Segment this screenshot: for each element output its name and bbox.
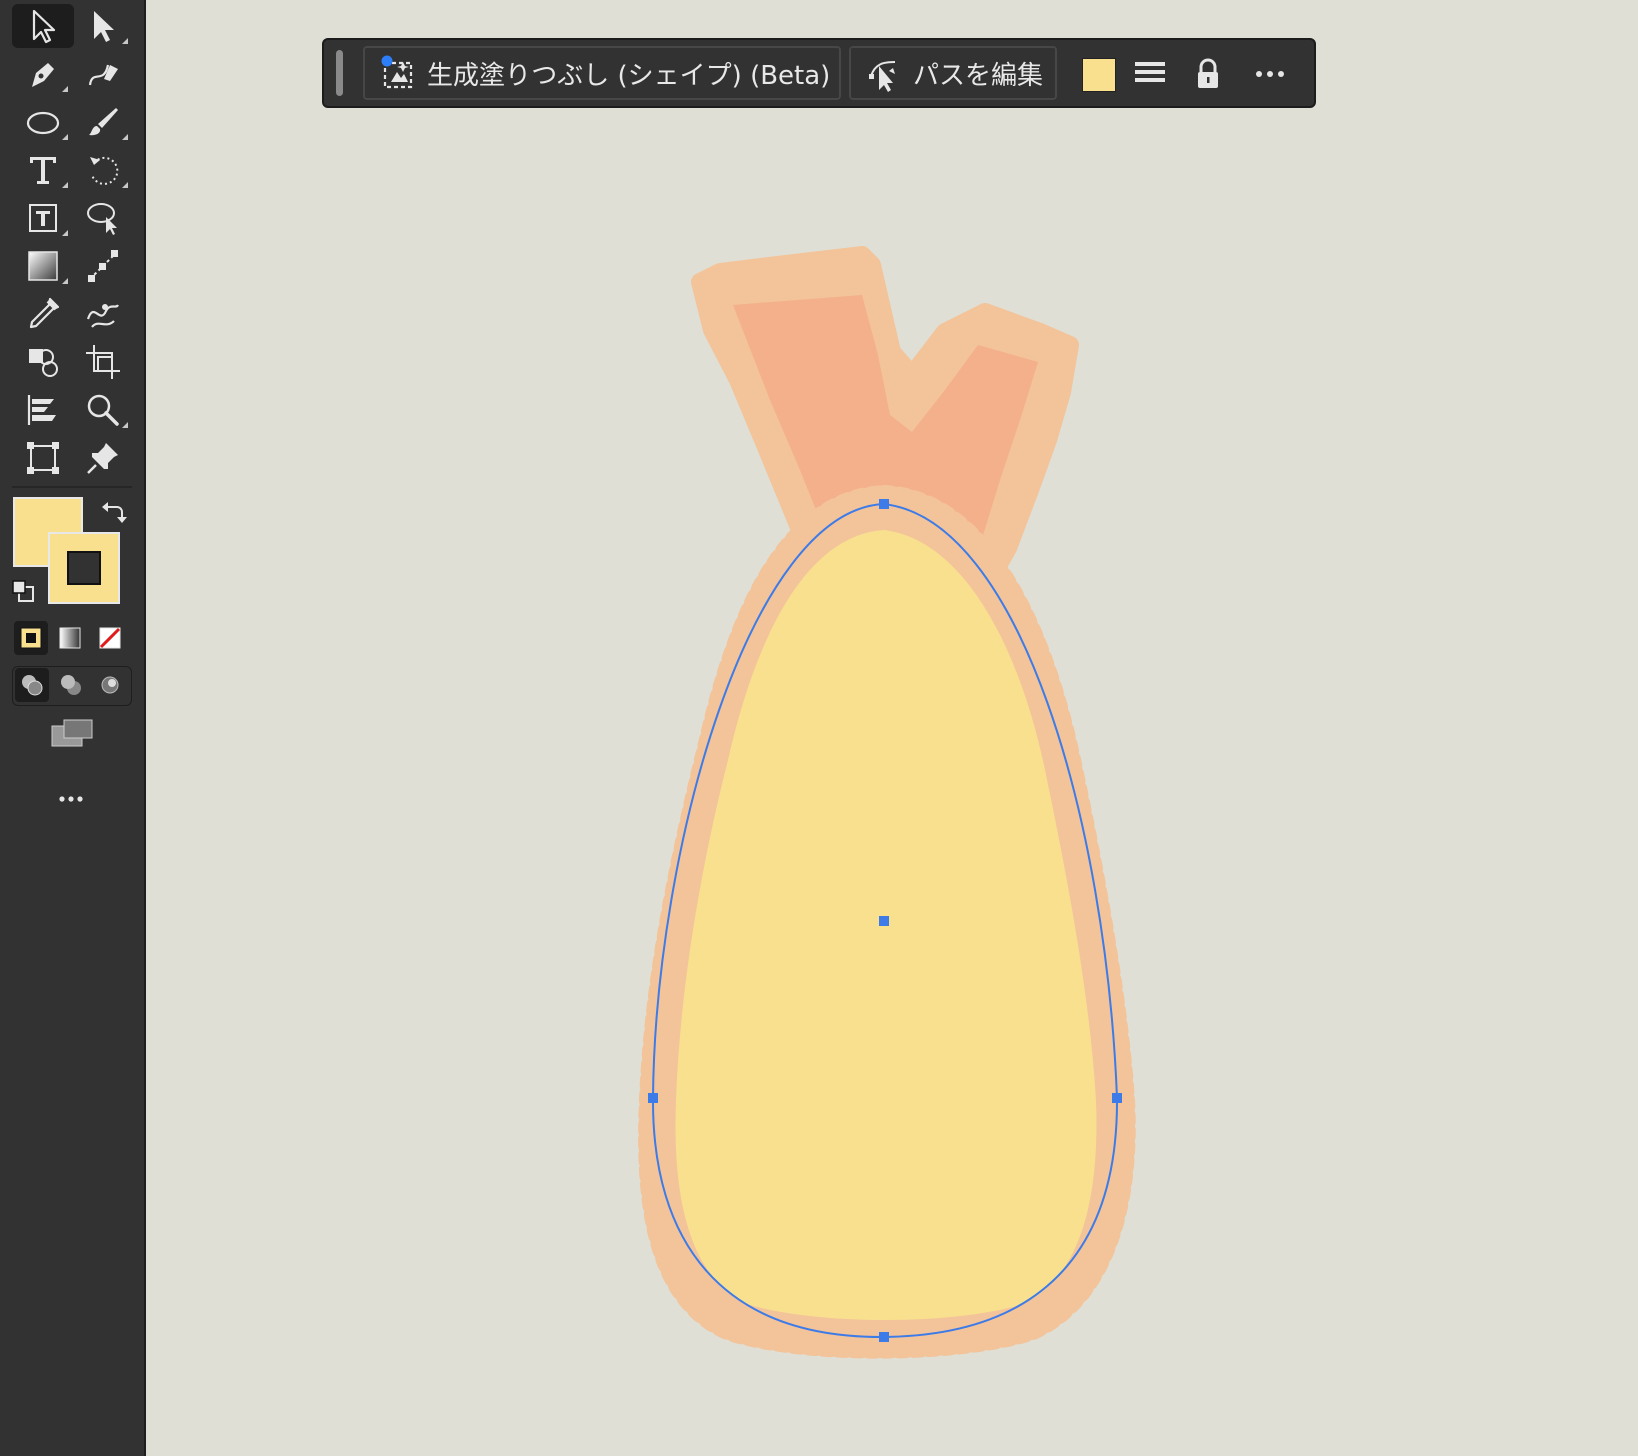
ellipse-tool-button[interactable] [12,100,74,144]
rotate-tool-icon [90,156,119,185]
curvature-tool-button[interactable] [72,52,134,96]
anchor-top[interactable] [879,499,889,509]
free-transform-tool-button[interactable] [12,436,74,480]
type-tool-icon [30,157,56,184]
swap-arrow-icon [102,502,127,523]
puppet-warp-tool-button[interactable] [72,292,134,336]
taskbar-drag-handle[interactable] [336,50,343,96]
rotate-tool-button[interactable] [72,148,134,192]
gradient-tool-button[interactable] [12,244,74,288]
draw-normal-icon [22,675,43,696]
screen-mode-button[interactable] [46,714,98,754]
stroke-color-swatch[interactable] [48,532,120,604]
puppet-warp-tool-icon [86,304,119,328]
color-mode-button[interactable] [14,621,48,655]
chart-tool-icon [27,395,56,425]
screen-mode-icon [51,719,93,747]
gradient-tool-icon [28,251,58,281]
pin-tool-icon [87,443,118,474]
draw-inside-icon [101,676,119,694]
lock-button[interactable] [1186,52,1230,96]
blend-tool-icon [88,250,118,282]
blend-tool-button[interactable] [72,244,134,288]
lasso-tool-icon [87,203,117,235]
artboard-tool-icon [86,345,120,379]
default-fill-stroke-button[interactable] [6,574,40,608]
stroke-weight-button[interactable] [1128,52,1172,96]
toolbox-divider [12,486,132,488]
shape-builder-tool-icon [29,349,58,377]
zoom-tool-button[interactable] [72,388,134,432]
chart-tool-button[interactable] [12,388,74,432]
gradient-swatch-icon [59,627,81,649]
none-mode-button[interactable] [93,621,127,655]
none-swatch-icon [99,627,121,649]
default-colors-icon [12,580,34,602]
eyedropper-tool-button[interactable] [12,292,74,336]
lock-icon [1198,58,1218,88]
generative-fill-shape-button[interactable]: 生成塗りつぶし (シェイプ) (Beta) [363,46,841,100]
fill-color-button[interactable] [1082,58,1116,92]
solid-color-icon [20,627,42,649]
stroke-lines-icon [1135,62,1165,82]
pen-tool-button[interactable] [12,52,74,96]
edit-path-label: パスを編集 [913,60,1044,91]
direct-selection-tool-button[interactable] [72,4,134,48]
artboard-canvas[interactable] [0,0,1638,1456]
stroke-swatch-hole [67,551,101,585]
edit-path-button[interactable]: パスを編集 [849,46,1057,100]
draw-inside-button[interactable] [93,668,127,702]
shape-builder-tool-button[interactable] [12,340,74,384]
area-type-tool-icon [29,204,57,232]
selection-tool-icon [32,9,56,44]
swap-fill-stroke-button[interactable] [96,494,130,528]
center-point[interactable] [879,916,889,926]
more-dots-icon [1256,71,1284,77]
selection-tool-button[interactable] [12,4,74,48]
anchor-right[interactable] [1112,1093,1122,1103]
free-transform-tool-icon [27,442,59,474]
area-type-tool-button[interactable] [12,196,74,240]
anchor-bottom[interactable] [879,1332,889,1342]
paintbrush-tool-button[interactable] [72,100,134,144]
lasso-tool-button[interactable] [72,196,134,240]
ellipse-tool-icon [26,111,60,135]
contextual-task-bar: 生成塗りつぶし (シェイプ) (Beta) パスを編集 [322,38,1316,108]
draw-behind-icon [61,675,81,695]
anchor-left[interactable] [648,1093,658,1103]
draw-behind-button[interactable] [54,668,88,702]
direct-selection-tool-icon [94,11,114,42]
curvature-tool-icon [88,64,118,86]
zoom-tool-icon [87,394,119,426]
eyedropper-tool-icon [29,297,60,329]
artboard-tool-button[interactable] [72,340,134,384]
more-options-button[interactable] [1248,52,1292,96]
gradient-mode-button[interactable] [53,621,87,655]
generative-fill-icon [381,55,413,89]
edit-path-icon [869,61,896,92]
draw-normal-button[interactable] [15,668,49,702]
type-tool-button[interactable] [12,148,74,192]
pen-tool-icon [32,63,54,87]
edit-toolbar-button[interactable] [54,782,88,816]
paintbrush-tool-icon [89,108,118,136]
more-dots-icon [59,796,83,802]
toolbox-panel [0,0,146,1456]
pin-tool-button[interactable] [72,436,134,480]
generative-fill-label: 生成塗りつぶし (シェイプ) (Beta) [427,60,831,91]
